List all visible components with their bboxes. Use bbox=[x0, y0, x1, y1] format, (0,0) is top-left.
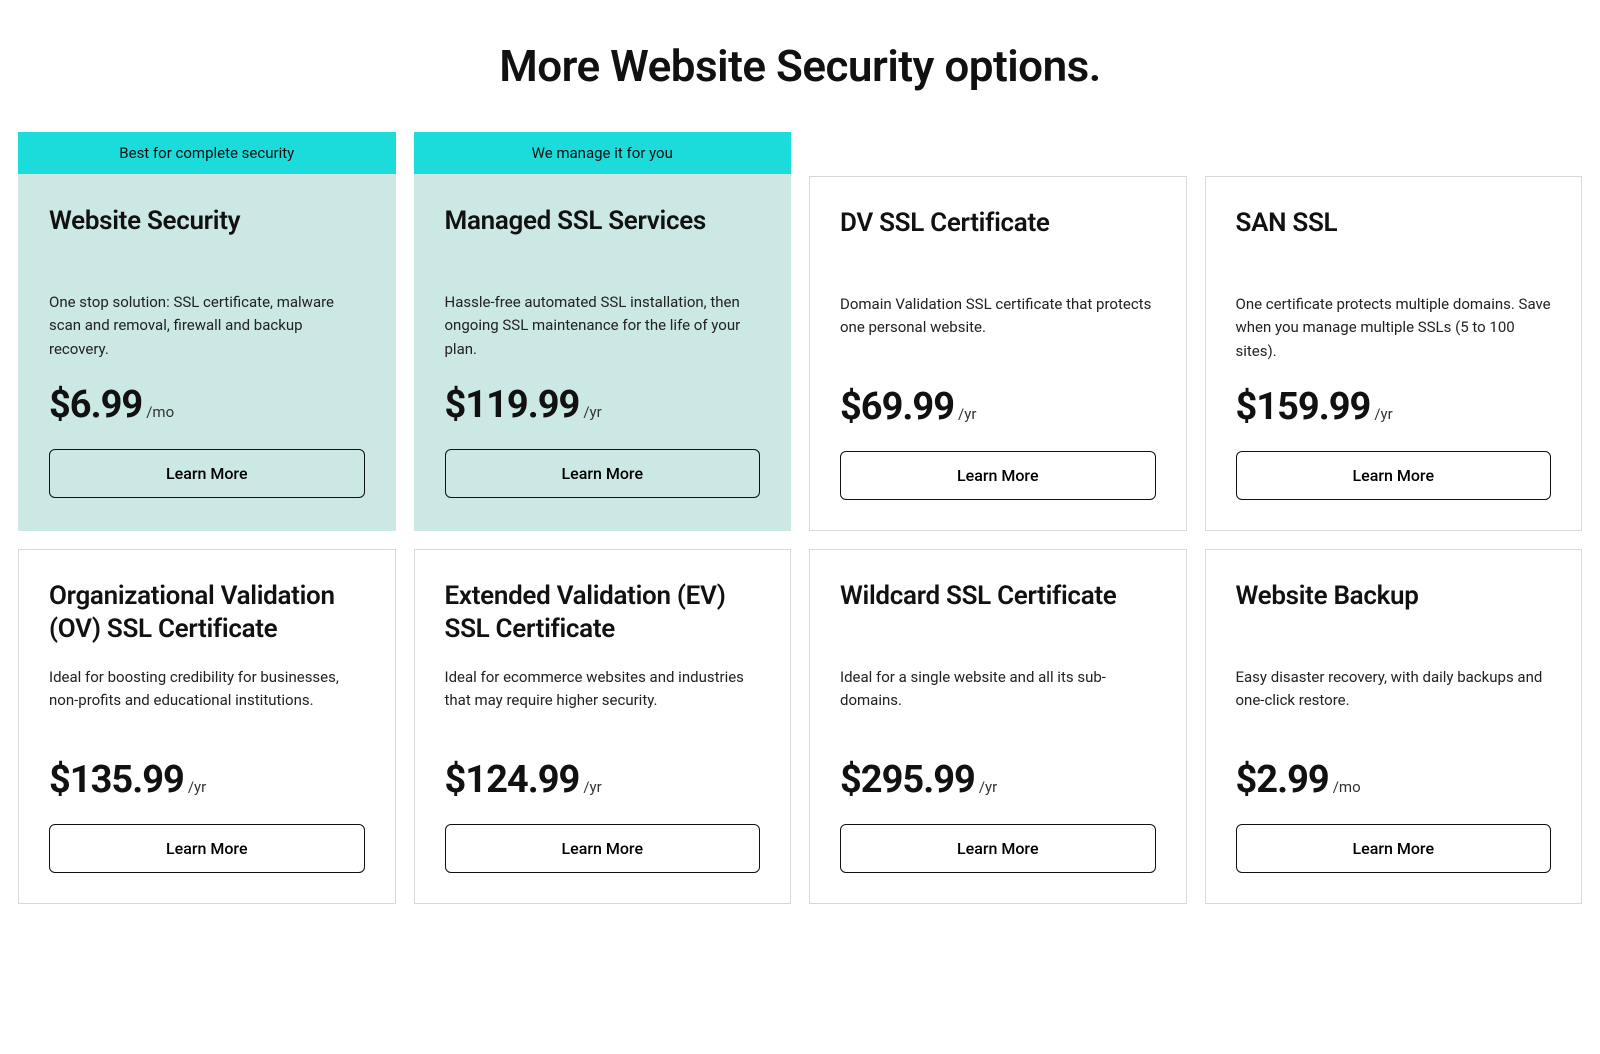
card-price: $119.99 bbox=[445, 383, 580, 427]
card-body: SAN SSL One certificate protects multipl… bbox=[1205, 176, 1583, 531]
card-price: $6.99 bbox=[49, 383, 142, 427]
card-description: Ideal for a single website and all its s… bbox=[840, 666, 1156, 738]
card-body: Extended Validation (EV) SSL Certificate… bbox=[414, 549, 792, 904]
card-description: Domain Validation SSL certificate that p… bbox=[840, 293, 1156, 365]
pricing-card: Organizational Validation (OV) SSL Certi… bbox=[18, 549, 396, 904]
card-body: Organizational Validation (OV) SSL Certi… bbox=[18, 549, 396, 904]
page-heading: More Website Security options. bbox=[0, 40, 1600, 92]
card-badge: We manage it for you bbox=[414, 132, 792, 174]
card-period: /yr bbox=[979, 778, 997, 796]
card-price-line: $69.99 /yr bbox=[840, 385, 1156, 429]
card-period: /yr bbox=[958, 405, 976, 423]
learn-more-button[interactable]: Learn More bbox=[840, 824, 1156, 873]
card-body: Managed SSL Services Hassle-free automat… bbox=[414, 174, 792, 531]
card-description: Ideal for boosting credibility for busin… bbox=[49, 666, 365, 738]
card-price-line: $135.99 /yr bbox=[49, 758, 365, 802]
card-title: Extended Validation (EV) SSL Certificate bbox=[445, 580, 761, 646]
card-price: $135.99 bbox=[49, 758, 184, 802]
card-period: /yr bbox=[583, 778, 601, 796]
pricing-card: Website Backup Easy disaster recovery, w… bbox=[1205, 549, 1583, 904]
card-price: $69.99 bbox=[840, 385, 954, 429]
card-price-line: $6.99 /mo bbox=[49, 383, 365, 427]
learn-more-button[interactable]: Learn More bbox=[49, 824, 365, 873]
card-period: /yr bbox=[1374, 405, 1392, 423]
card-body: Website Security One stop solution: SSL … bbox=[18, 174, 396, 531]
card-title: Managed SSL Services bbox=[445, 205, 761, 271]
learn-more-button[interactable]: Learn More bbox=[445, 449, 761, 498]
pricing-card: Extended Validation (EV) SSL Certificate… bbox=[414, 549, 792, 904]
learn-more-button[interactable]: Learn More bbox=[1236, 824, 1552, 873]
card-price: $124.99 bbox=[445, 758, 580, 802]
card-title: Organizational Validation (OV) SSL Certi… bbox=[49, 580, 365, 646]
card-price-line: $124.99 /yr bbox=[445, 758, 761, 802]
pricing-card: Best for complete security Website Secur… bbox=[18, 132, 396, 531]
card-title: SAN SSL bbox=[1236, 207, 1552, 273]
pricing-card: SAN SSL One certificate protects multipl… bbox=[1205, 132, 1583, 531]
card-title: Website Backup bbox=[1236, 580, 1552, 646]
card-price: $159.99 bbox=[1236, 385, 1371, 429]
card-badge: Best for complete security bbox=[18, 132, 396, 174]
pricing-card: We manage it for you Managed SSL Service… bbox=[414, 132, 792, 531]
card-description: Ideal for ecommerce websites and industr… bbox=[445, 666, 761, 738]
card-title: Website Security bbox=[49, 205, 365, 271]
card-period: /mo bbox=[146, 403, 174, 421]
card-period: /mo bbox=[1333, 778, 1361, 796]
card-description: Easy disaster recovery, with daily backu… bbox=[1236, 666, 1552, 738]
card-body: Website Backup Easy disaster recovery, w… bbox=[1205, 549, 1583, 904]
card-body: DV SSL Certificate Domain Validation SSL… bbox=[809, 176, 1187, 531]
card-price-line: $119.99 /yr bbox=[445, 383, 761, 427]
card-price: $2.99 bbox=[1236, 758, 1329, 802]
card-description: One certificate protects multiple domain… bbox=[1236, 293, 1552, 365]
card-price-line: $2.99 /mo bbox=[1236, 758, 1552, 802]
card-body: Wildcard SSL Certificate Ideal for a sin… bbox=[809, 549, 1187, 904]
learn-more-button[interactable]: Learn More bbox=[445, 824, 761, 873]
card-period: /yr bbox=[583, 403, 601, 421]
pricing-card: Wildcard SSL Certificate Ideal for a sin… bbox=[809, 549, 1187, 904]
card-description: One stop solution: SSL certificate, malw… bbox=[49, 291, 365, 363]
card-price-line: $295.99 /yr bbox=[840, 758, 1156, 802]
pricing-grid: Best for complete security Website Secur… bbox=[0, 132, 1600, 904]
card-period: /yr bbox=[188, 778, 206, 796]
card-price-line: $159.99 /yr bbox=[1236, 385, 1552, 429]
learn-more-button[interactable]: Learn More bbox=[840, 451, 1156, 500]
card-description: Hassle-free automated SSL installation, … bbox=[445, 291, 761, 363]
card-price: $295.99 bbox=[840, 758, 975, 802]
pricing-card: DV SSL Certificate Domain Validation SSL… bbox=[809, 132, 1187, 531]
card-title: DV SSL Certificate bbox=[840, 207, 1156, 273]
card-title: Wildcard SSL Certificate bbox=[840, 580, 1156, 646]
learn-more-button[interactable]: Learn More bbox=[49, 449, 365, 498]
learn-more-button[interactable]: Learn More bbox=[1236, 451, 1552, 500]
